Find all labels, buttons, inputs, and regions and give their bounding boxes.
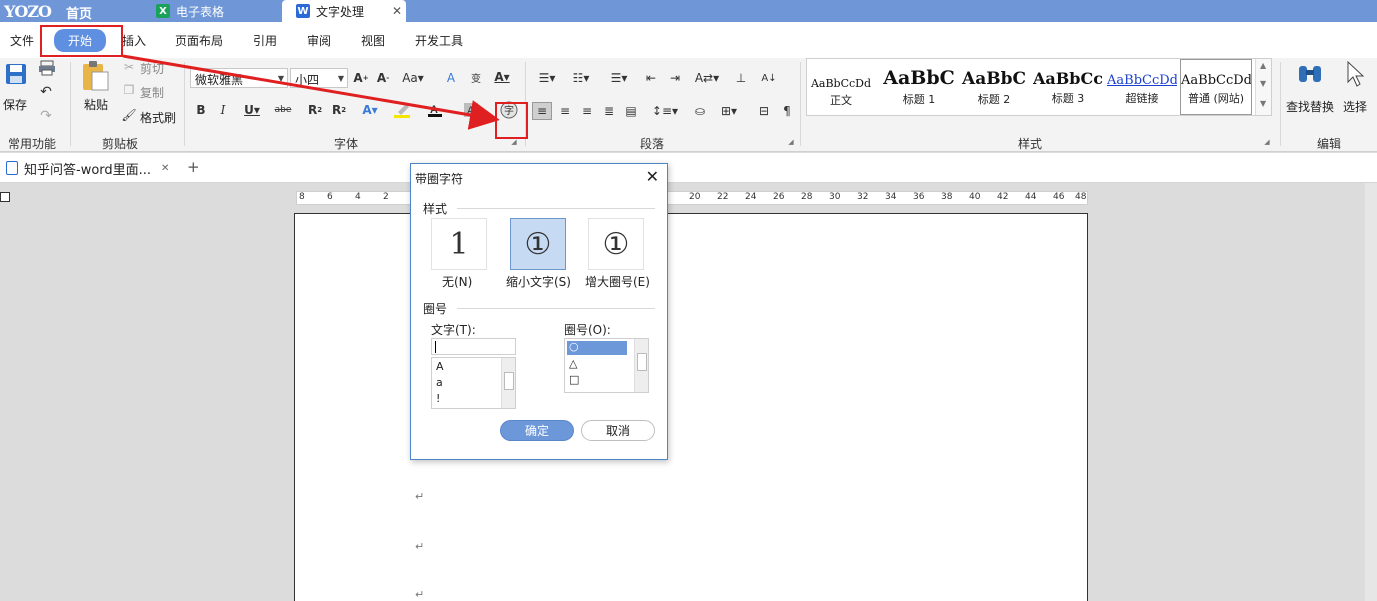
annotation-arrow <box>122 54 500 130</box>
